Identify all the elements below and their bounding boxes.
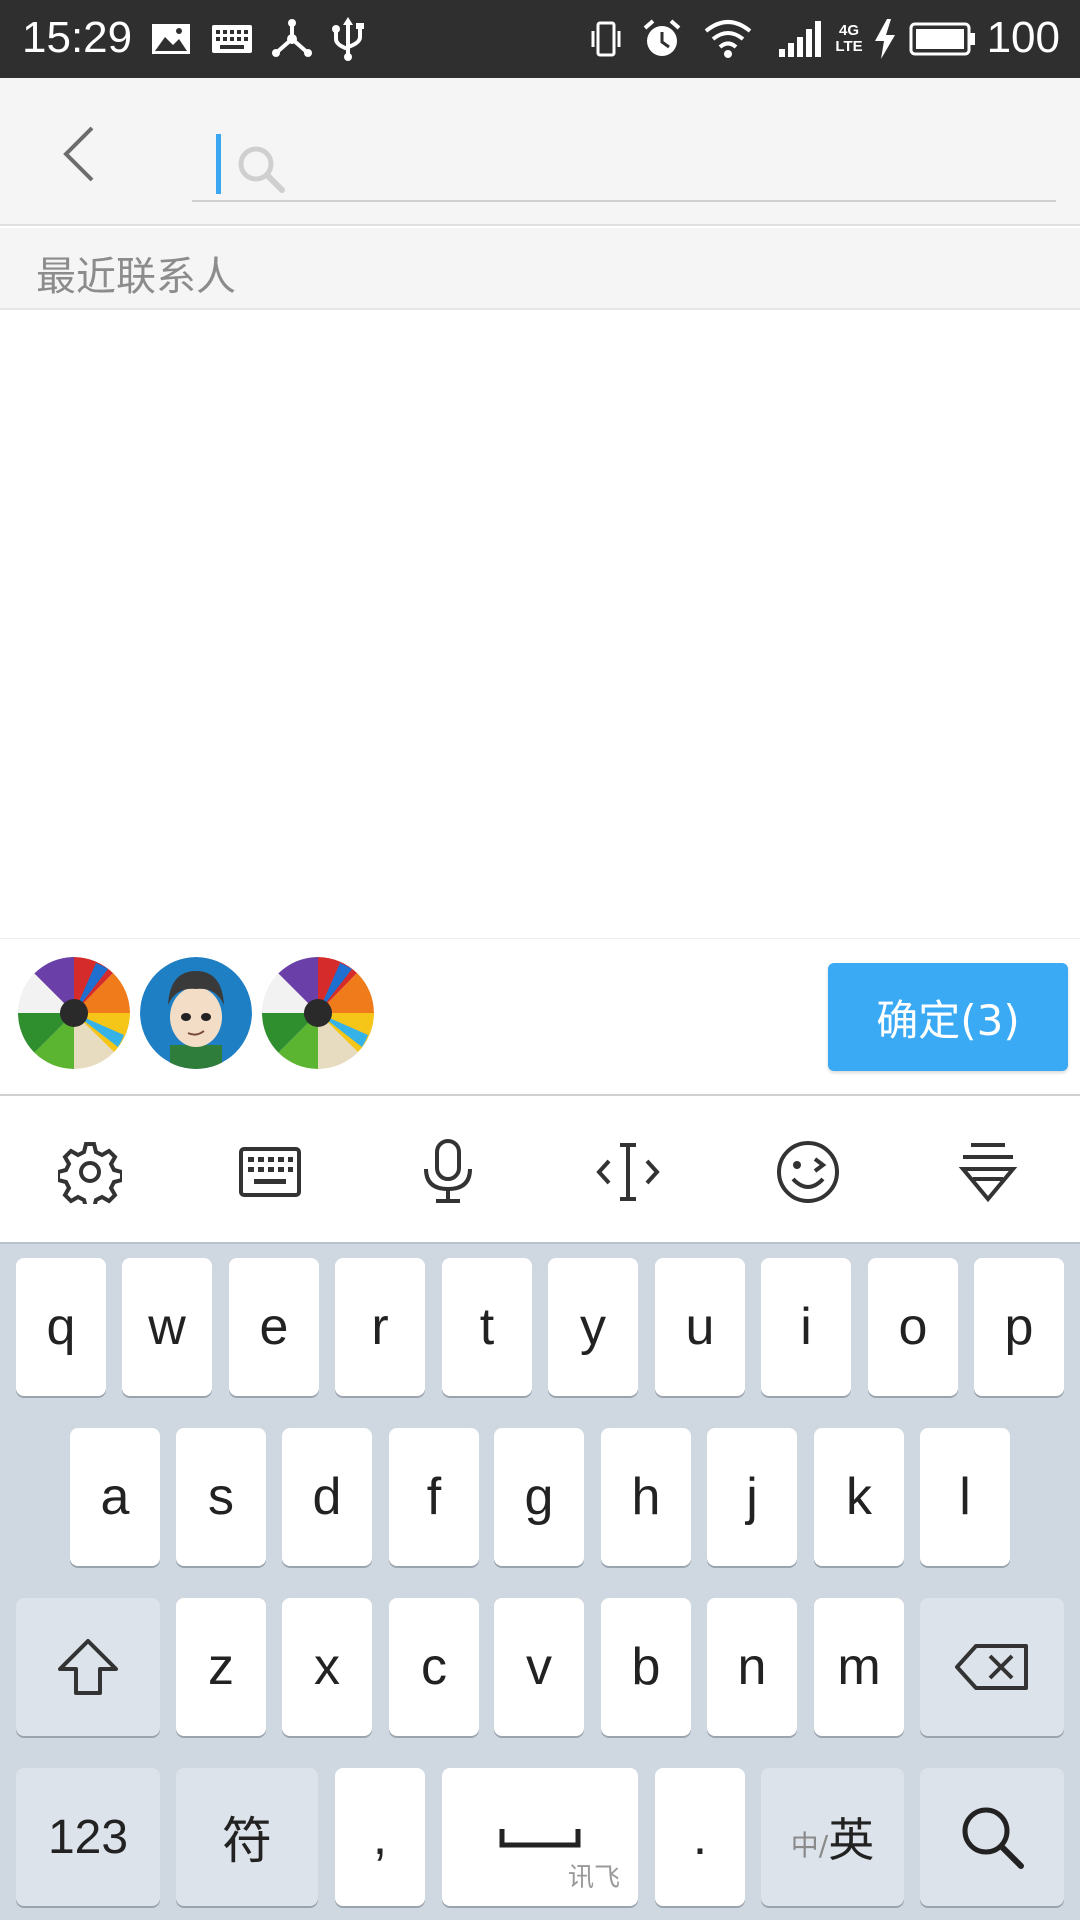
colored-pencils-avatar [262,957,374,1069]
backspace-icon [955,1644,1028,1690]
key-f[interactable]: f [389,1428,479,1566]
key-b[interactable]: b [601,1598,691,1736]
status-bar: 15:29 4G LTE 100 [0,0,1080,78]
key-u[interactable]: u [655,1258,745,1396]
contact-list [0,310,1080,938]
key-c[interactable]: c [389,1598,479,1736]
text-cursor [216,134,221,194]
key-y[interactable]: y [548,1258,638,1396]
signal-icon [776,14,824,64]
gear-icon[interactable] [50,1132,130,1212]
back-button[interactable] [40,114,120,194]
image-icon [150,14,192,64]
period-key[interactable]: . [655,1768,745,1906]
cursor-move-icon[interactable] [588,1132,668,1212]
keyboard-icon[interactable] [230,1132,310,1212]
space-brand-label: 讯飞 [567,1863,620,1893]
microphone-icon[interactable] [408,1132,488,1212]
search-icon [962,1807,1024,1869]
keyboard-toolbar [0,1096,1080,1242]
key-x[interactable]: x [282,1598,372,1736]
shift-key[interactable] [16,1598,160,1736]
recent-contacts-header: 最近联系人 [0,228,1080,310]
colored-pencils-avatar [18,957,130,1069]
confirm-button[interactable]: 确定(3) [828,963,1068,1071]
key-v[interactable]: v [494,1598,584,1736]
language-switch-key[interactable]: 中/ 英 [761,1768,904,1906]
search-box[interactable] [192,100,1056,202]
key-w[interactable]: w [122,1258,212,1396]
search-input[interactable] [292,120,1032,190]
key-q[interactable]: q [16,1258,106,1396]
shift-arrow-icon [58,1639,118,1695]
keyboard-icon [210,14,254,64]
key-l[interactable]: l [920,1428,1010,1566]
backspace-key[interactable] [920,1598,1064,1736]
key-d[interactable]: d [282,1428,372,1566]
space-bar-icon [499,1829,581,1848]
search-key[interactable] [920,1768,1064,1906]
key-m[interactable]: m [814,1598,904,1736]
key-z[interactable]: z [176,1598,266,1736]
share-network-icon [270,14,314,64]
search-header [0,78,1080,226]
vibrate-icon [588,14,624,64]
keyboard: q w e r t y u i o p a s d f g h j k l z … [0,1242,1080,1920]
key-k[interactable]: k [814,1428,904,1566]
key-i[interactable]: i [761,1258,851,1396]
selected-avatar-2[interactable] [140,957,252,1069]
key-p[interactable]: p [974,1258,1064,1396]
cartoon-face-avatar [140,957,252,1069]
key-o[interactable]: o [868,1258,958,1396]
key-n[interactable]: n [707,1598,797,1736]
key-t[interactable]: t [442,1258,532,1396]
comma-key[interactable]: , [335,1768,425,1906]
network-type-label: 4G LTE [835,22,863,55]
wifi-icon [702,14,754,64]
lang-cn-label: 中/ [790,1829,829,1862]
numbers-key[interactable]: 123 [16,1768,160,1906]
key-g[interactable]: g [494,1428,584,1566]
battery-icon [908,14,978,64]
space-key[interactable]: 讯飞 [442,1768,638,1906]
section-title: 最近联系人 [36,254,236,300]
charging-icon [870,14,900,64]
lang-en-label: 英 [828,1813,875,1867]
usb-icon [328,14,368,64]
status-time: 15:29 [22,13,133,62]
search-icon [236,144,286,199]
symbols-key[interactable]: 符 [176,1768,318,1906]
selected-contacts-bar: 确定(3) [0,938,1080,1096]
hide-keyboard-icon[interactable] [948,1132,1028,1212]
key-h[interactable]: h [601,1428,691,1566]
key-j[interactable]: j [707,1428,797,1566]
alarm-icon [640,14,684,64]
selected-avatar-3[interactable] [262,957,374,1069]
key-a[interactable]: a [70,1428,160,1566]
network-type: 4G LTE [834,14,864,64]
emoji-icon[interactable] [768,1132,848,1212]
selected-avatar-1[interactable] [18,957,130,1069]
key-e[interactable]: e [229,1258,319,1396]
key-s[interactable]: s [176,1428,266,1566]
chevron-left-icon [63,126,94,182]
key-r[interactable]: r [335,1258,425,1396]
battery-level: 100 [986,13,1060,62]
